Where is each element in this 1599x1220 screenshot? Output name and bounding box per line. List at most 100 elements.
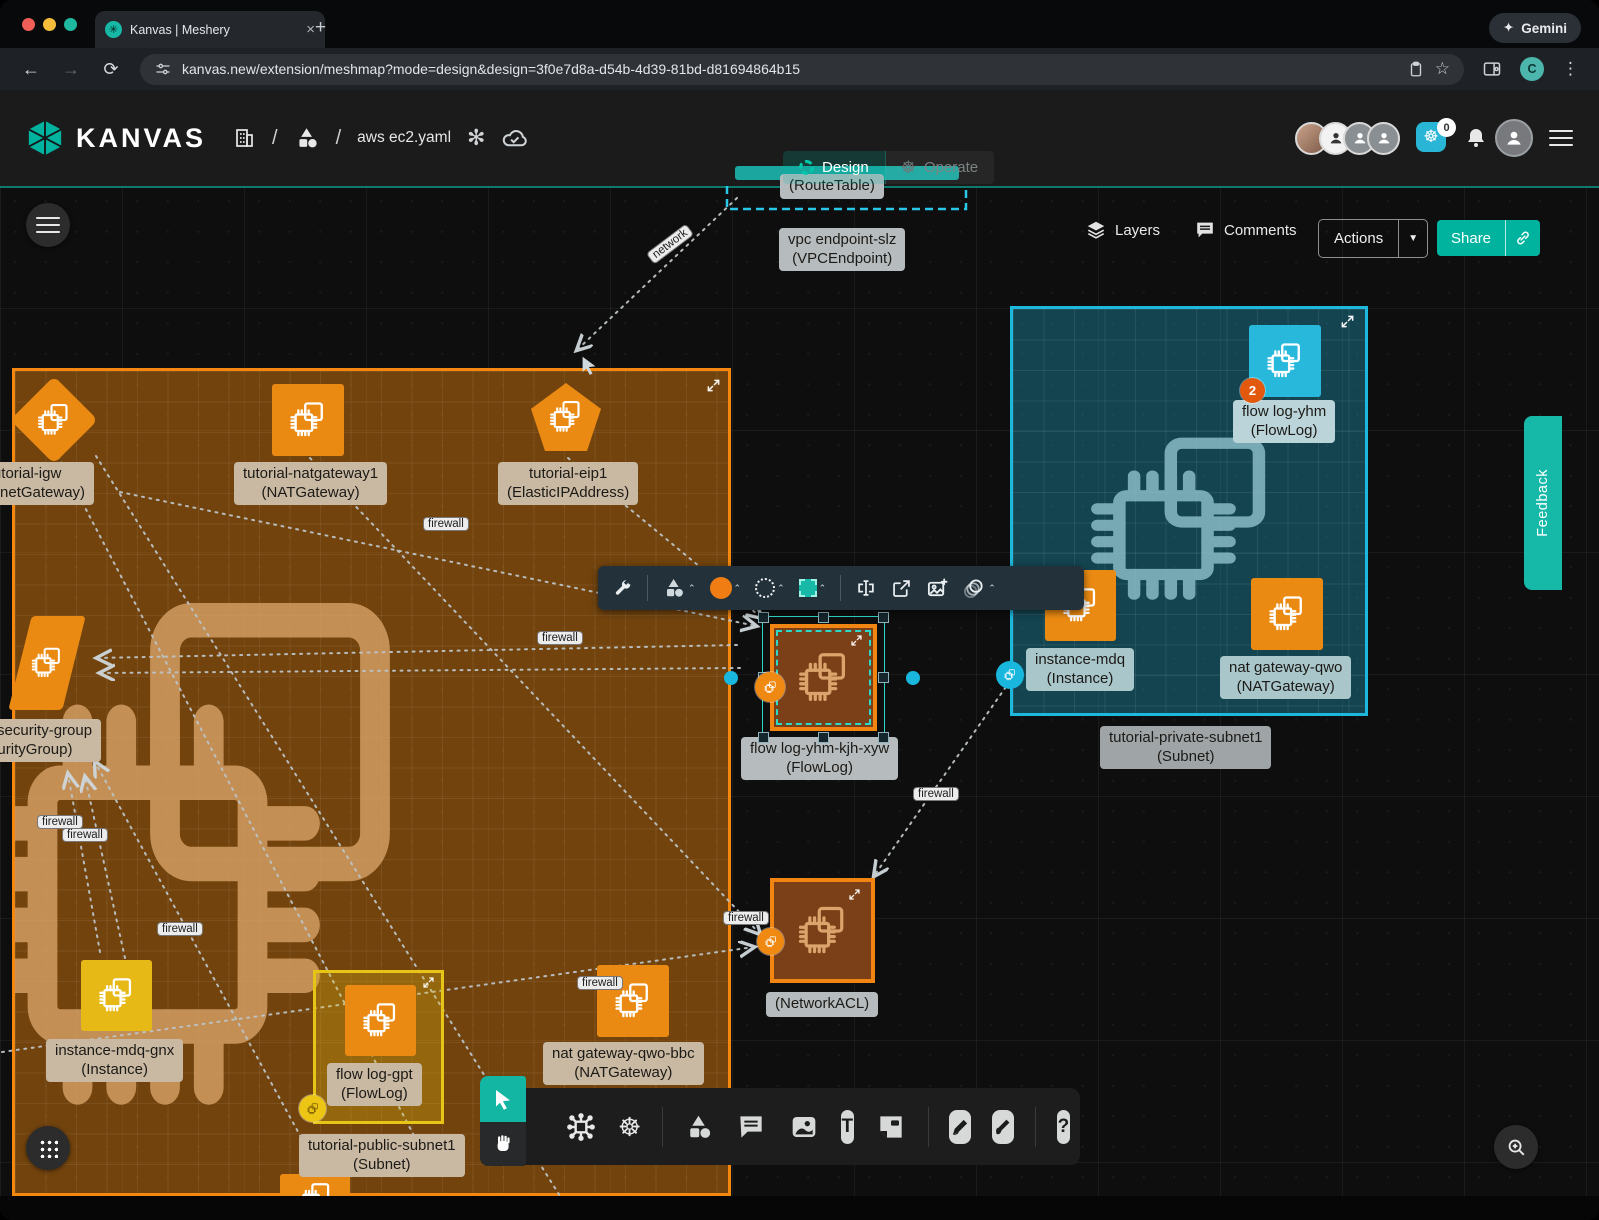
node-partial-bottom[interactable] [280, 1174, 350, 1196]
collaborator-avatars[interactable] [1295, 122, 1400, 155]
maximize-window-button[interactable] [64, 18, 77, 31]
edge-port[interactable] [724, 671, 738, 685]
edge-label[interactable]: firewall [724, 912, 768, 924]
tool-pen[interactable] [949, 1110, 971, 1144]
edge-network[interactable] [577, 198, 737, 350]
app-menu-icon[interactable] [1549, 125, 1573, 151]
node-label-vpc-endpoint[interactable]: vpc endpoint-slz (VPCEndpoint) [779, 228, 905, 271]
node-label-igw[interactable]: tutorial-igw (InternetGateway) [0, 462, 94, 505]
kanvas-brand[interactable]: KANVAS [26, 119, 206, 157]
address-bar[interactable]: kanvas.new/extension/meshmap?mode=design… [140, 54, 1464, 85]
edge-port[interactable] [906, 671, 920, 685]
node-tutorial-natgateway1[interactable] [272, 384, 344, 456]
copy-link-button[interactable] [1505, 220, 1540, 256]
edge-label[interactable]: firewall [578, 977, 622, 989]
forward-button[interactable]: → [60, 59, 82, 80]
close-window-button[interactable] [22, 18, 35, 31]
side-panel-icon[interactable] [1482, 59, 1502, 79]
kubernetes-context-badge[interactable]: ☸ 0 [1416, 122, 1448, 154]
subnet-edge-port[interactable] [996, 661, 1024, 689]
gemini-button[interactable]: ✦ Gemini [1489, 13, 1581, 43]
node-flow-log-gpt[interactable] [345, 985, 416, 1056]
actions-dropdown-caret[interactable]: ▼ [1398, 220, 1427, 257]
url-text[interactable]: kanvas.new/extension/meshmap?mode=design… [182, 61, 1397, 77]
apps-grid-button[interactable] [26, 1126, 70, 1170]
minimize-window-button[interactable] [43, 18, 56, 31]
flow-log-yhm-count-badge[interactable]: 2 [1240, 378, 1265, 403]
fill-color-tool[interactable]: ⌃ [710, 577, 742, 599]
mesh-sync-icon[interactable]: ✻ [467, 125, 485, 151]
site-settings-icon[interactable] [154, 60, 172, 78]
container-style-tool[interactable]: ⌃ [799, 579, 827, 597]
selection-handle[interactable] [878, 732, 889, 743]
share-button[interactable]: Share [1437, 220, 1505, 256]
tab-design[interactable]: Design [783, 151, 885, 184]
save-clipboard-icon[interactable] [1407, 60, 1425, 78]
chevron-up-icon[interactable]: ⌃ [688, 583, 696, 594]
tool-pan[interactable] [480, 1122, 526, 1166]
bookmark-star-icon[interactable]: ☆ [1435, 59, 1450, 79]
chevron-up-icon[interactable]: ⌃ [777, 583, 785, 594]
new-tab-button[interactable]: + [315, 18, 326, 37]
layers-button[interactable]: Layers [1085, 219, 1160, 241]
node-instance-mdq-gnx[interactable] [81, 960, 152, 1031]
edge-label[interactable]: firewall [914, 788, 958, 800]
rename-icon[interactable] [855, 577, 877, 599]
tab-operate[interactable]: ☸ Operate [885, 151, 994, 184]
group-layers-tool[interactable]: ⌃ [963, 577, 996, 600]
design-file-name[interactable]: aws ec2.yaml [357, 129, 451, 147]
node-nat-gateway-qwo-bbc[interactable] [597, 965, 669, 1037]
selection-handle[interactable] [758, 612, 769, 623]
back-button[interactable]: ← [20, 59, 42, 80]
resize-icon[interactable] [706, 378, 721, 393]
tool-media[interactable] [788, 1111, 820, 1143]
node-label-flow-log-gpt[interactable]: flow log-gpt (FlowLog) [327, 1063, 422, 1106]
node-nat-gateway-qwo[interactable] [1251, 578, 1323, 650]
collaborator-avatar[interactable] [1367, 122, 1400, 155]
node-label-private-subnet[interactable]: tutorial-private-subnet1 (Subnet) [1100, 726, 1271, 769]
zoom-button[interactable] [1494, 1125, 1538, 1169]
flow-log-gpt-badge[interactable] [299, 1095, 326, 1122]
tool-marker[interactable] [992, 1110, 1014, 1144]
selection-handle[interactable] [758, 732, 769, 743]
node-label-network-acl[interactable]: (NetworkACL) [766, 992, 878, 1017]
tool-help[interactable]: ? [1057, 1110, 1070, 1144]
node-label-natgateway1[interactable]: tutorial-natgateway1 (NATGateway) [234, 462, 387, 505]
chevron-up-icon[interactable]: ⌃ [734, 583, 742, 594]
organization-icon[interactable] [232, 126, 256, 150]
resize-icon[interactable] [850, 634, 863, 647]
tab-close-icon[interactable]: × [306, 21, 315, 38]
flow-log-badge[interactable] [755, 672, 785, 702]
resize-icon[interactable] [1340, 314, 1355, 329]
configure-wrench-icon[interactable] [612, 578, 633, 599]
resize-icon[interactable] [422, 976, 435, 989]
tool-note[interactable] [875, 1111, 907, 1143]
chevron-up-icon[interactable]: ⌃ [988, 583, 996, 594]
workspace-shapes-icon[interactable] [294, 125, 320, 151]
browser-menu-icon[interactable]: ⋮ [1562, 59, 1579, 79]
resize-icon[interactable] [848, 888, 861, 901]
add-image-icon[interactable] [926, 577, 949, 600]
chevron-up-icon[interactable]: ⌃ [819, 583, 827, 594]
tool-components[interactable] [565, 1111, 597, 1143]
edge-label[interactable]: firewall [158, 923, 202, 935]
border-style-tool[interactable]: ⌃ [755, 578, 785, 598]
notifications-bell-icon[interactable] [1464, 126, 1488, 150]
selection-handle[interactable] [818, 612, 829, 623]
open-in-new-icon[interactable] [891, 578, 912, 599]
edge-label[interactable]: firewall [38, 816, 82, 828]
comments-button[interactable]: Comments [1194, 219, 1297, 241]
node-label-natgw-qwo[interactable]: nat gateway-qwo (NATGateway) [1220, 656, 1351, 699]
edge-label[interactable]: network [647, 225, 693, 264]
cloud-save-status-icon[interactable] [501, 125, 528, 152]
node-label-instance-mdq[interactable]: instance-mdq (Instance) [1026, 648, 1134, 691]
feedback-tab[interactable]: Feedback [1524, 416, 1562, 590]
edge-label[interactable]: firewall [63, 829, 107, 841]
canvas-menu-button[interactable] [26, 203, 70, 247]
node-label-public-subnet[interactable]: tutorial-public-subnet1 (Subnet) [299, 1134, 465, 1177]
selection-handle[interactable] [878, 672, 889, 683]
tool-select[interactable] [480, 1076, 526, 1122]
node-label-eip1[interactable]: tutorial-eip1 (ElasticIPAddress) [498, 462, 638, 505]
reload-button[interactable]: ⟳ [100, 59, 122, 80]
tool-text[interactable]: T [841, 1110, 854, 1144]
